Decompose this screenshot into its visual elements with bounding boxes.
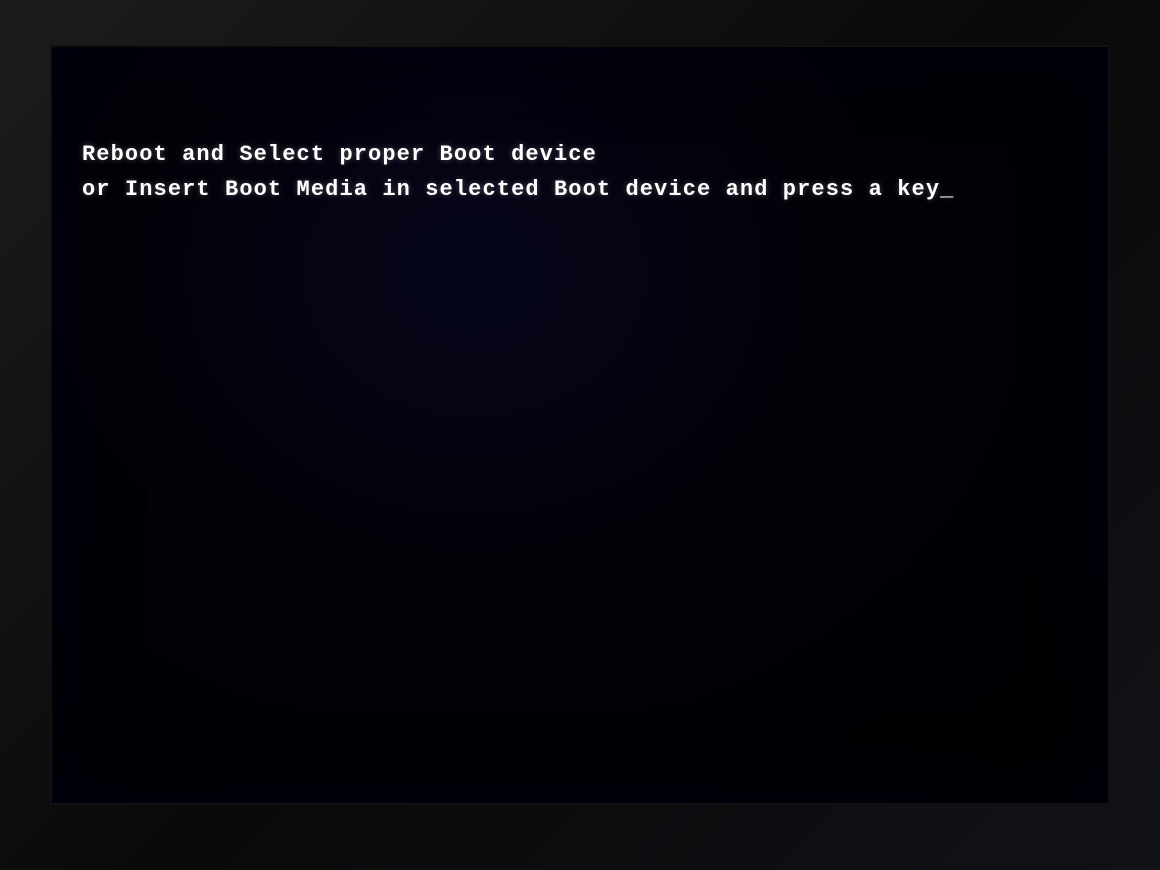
boot-cursor: _ <box>940 172 954 207</box>
boot-line2: or Insert Boot Media in selected Boot de… <box>82 172 954 207</box>
boot-message: Reboot and Select proper Boot device or … <box>82 137 954 207</box>
screen-bezel: Reboot and Select proper Boot device or … <box>0 0 1160 870</box>
boot-line1: Reboot and Select proper Boot device <box>82 137 954 172</box>
screen-content: Reboot and Select proper Boot device or … <box>50 45 1110 805</box>
